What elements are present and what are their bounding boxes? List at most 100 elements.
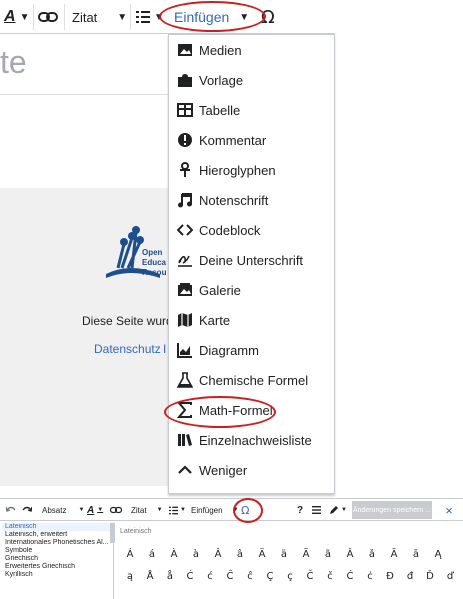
highlight-oval-special-characters xyxy=(233,498,263,523)
menu-item-music-notation[interactable]: Notenschrift xyxy=(169,185,334,215)
menu-item-table[interactable]: Tabelle xyxy=(169,95,334,125)
character-row: Á á À à Â â Ä ä Ã ã Ǎ ǎ Ā ā Ą xyxy=(120,544,460,564)
menu-item-less[interactable]: Weniger xyxy=(169,455,334,485)
character-button[interactable]: Ą xyxy=(428,544,448,564)
character-button[interactable]: Ä xyxy=(252,544,272,564)
table-icon xyxy=(177,103,193,117)
character-button[interactable]: Å xyxy=(140,566,160,586)
puzzle-icon xyxy=(178,74,192,87)
chevron-down-icon: ▼ xyxy=(341,507,347,513)
code-icon xyxy=(177,224,193,236)
text-style-button[interactable]: A ▼ xyxy=(4,0,29,34)
link-button[interactable] xyxy=(110,499,122,521)
toolbar-divider xyxy=(33,4,34,30)
list-button[interactable]: ▼ xyxy=(169,499,186,521)
menu-item-label: Karte xyxy=(199,312,231,328)
character-button[interactable]: č xyxy=(320,566,340,586)
category-item[interactable]: Griechisch xyxy=(2,555,113,563)
undo-icon xyxy=(6,506,16,512)
oer-logo-line: Educa xyxy=(142,258,167,267)
character-button[interactable]: Â xyxy=(208,544,228,564)
character-button[interactable]: ç xyxy=(280,566,300,586)
category-list-scrollbar[interactable] xyxy=(110,523,115,543)
character-button[interactable]: ǎ xyxy=(362,544,382,564)
screenshot-root: A ▼ Zitat ▼ ▼ Einfügen ▼ Ω te Open Educa… xyxy=(0,0,463,599)
chevron-down-icon: ▼ xyxy=(97,507,104,513)
link-icon xyxy=(110,506,122,514)
style-dropdown[interactable]: Zitat ▼ xyxy=(131,499,163,521)
list-icon xyxy=(136,11,150,23)
menu-item-label: Diagramm xyxy=(199,342,259,358)
category-item[interactable]: Symbole xyxy=(2,547,113,555)
menu-item-media[interactable]: Medien xyxy=(169,35,334,65)
menu-item-references-list[interactable]: Einzelnachweisliste xyxy=(169,425,334,455)
character-button[interactable]: Ç xyxy=(260,566,280,586)
character-category-list: Lateinisch Lateinisch, erweitert Interna… xyxy=(2,523,114,599)
menu-item-chart[interactable]: Diagramm xyxy=(169,335,334,365)
signature-icon xyxy=(178,255,192,267)
menu-item-comment[interactable]: Kommentar xyxy=(169,125,334,155)
character-button[interactable]: À xyxy=(164,544,184,564)
character-button[interactable]: Ċ xyxy=(340,566,360,586)
paragraph-style-dropdown[interactable]: Zitat ▼ xyxy=(72,0,127,34)
text-style-button[interactable]: A ▼ xyxy=(87,499,103,521)
character-button[interactable]: ą xyxy=(120,566,140,586)
footer-link-cut[interactable]: I xyxy=(163,342,166,356)
map-icon xyxy=(178,313,192,327)
save-changes-button[interactable]: Änderungen speichern ... xyxy=(352,501,432,519)
character-button[interactable]: Ĉ xyxy=(220,566,240,586)
close-icon[interactable]: × xyxy=(440,501,458,519)
menu-item-map[interactable]: Karte xyxy=(169,305,334,335)
character-button[interactable]: á xyxy=(142,544,162,564)
character-button[interactable]: Ǎ xyxy=(340,544,360,564)
menu-item-hieroglyphs[interactable]: Hieroglyphen xyxy=(169,155,334,185)
link-button[interactable] xyxy=(38,0,58,34)
character-button[interactable]: ā xyxy=(406,544,426,564)
help-button[interactable]: ? xyxy=(297,499,303,521)
character-button[interactable]: Ã xyxy=(296,544,316,564)
footer-link-privacy[interactable]: Datenschutz xyxy=(94,342,161,356)
character-button[interactable]: ć xyxy=(200,566,220,586)
category-item[interactable]: Internationales Phonetisches Al... xyxy=(2,539,113,547)
menu-item-gallery[interactable]: Galerie xyxy=(169,275,334,305)
menu-item-label: Kommentar xyxy=(199,132,267,148)
menu-item-signature[interactable]: Deine Unterschrift xyxy=(169,245,334,275)
character-button[interactable]: ď xyxy=(440,566,460,586)
category-item[interactable]: Kyrillisch xyxy=(2,571,113,579)
character-button[interactable]: å xyxy=(160,566,180,586)
category-item[interactable]: Lateinisch, erweitert xyxy=(2,531,113,539)
page-options-button[interactable] xyxy=(312,499,321,521)
character-button[interactable]: Ć xyxy=(180,566,200,586)
paragraph-dropdown[interactable]: Absatz ▼ xyxy=(42,499,84,521)
menu-icon xyxy=(312,506,321,514)
character-row: ą Å å Ć ć Ĉ ĉ Ç ç Č č Ċ ċ Đ đ Ď ď xyxy=(120,566,460,586)
category-item[interactable]: Erweitertes Griechisch xyxy=(2,563,113,571)
menu-item-code-block[interactable]: Codeblock xyxy=(169,215,334,245)
character-button[interactable]: Ā xyxy=(384,544,404,564)
character-button[interactable]: â xyxy=(230,544,250,564)
flask-icon xyxy=(177,372,193,388)
character-button[interactable]: ĉ xyxy=(240,566,260,586)
character-button[interactable]: Đ xyxy=(380,566,400,586)
chevron-down-icon: ▼ xyxy=(117,11,128,23)
exclamation-icon xyxy=(178,133,192,147)
category-item[interactable]: Lateinisch xyxy=(2,523,113,531)
character-button[interactable]: Č xyxy=(300,566,320,586)
chart-icon xyxy=(177,343,192,358)
character-button[interactable]: Ď xyxy=(420,566,440,586)
character-button[interactable]: Á xyxy=(120,544,140,564)
oer-logo-line: Resou xyxy=(142,268,167,277)
redo-button[interactable] xyxy=(22,499,32,521)
menu-item-chemical-formula[interactable]: Chemische Formel xyxy=(169,365,334,395)
character-button[interactable]: ã xyxy=(318,544,338,564)
insert-dropdown[interactable]: Einfügen ▼ xyxy=(191,499,239,521)
character-button[interactable]: đ xyxy=(400,566,420,586)
edit-mode-button[interactable]: ▼ xyxy=(329,499,347,521)
insert-dropdown-label: Einfügen xyxy=(191,505,223,515)
undo-button[interactable] xyxy=(6,499,16,521)
menu-item-label: Vorlage xyxy=(199,72,244,88)
character-button[interactable]: ä xyxy=(274,544,294,564)
character-button[interactable]: à xyxy=(186,544,206,564)
menu-item-template[interactable]: Vorlage xyxy=(169,65,334,95)
character-button[interactable]: ċ xyxy=(360,566,380,586)
